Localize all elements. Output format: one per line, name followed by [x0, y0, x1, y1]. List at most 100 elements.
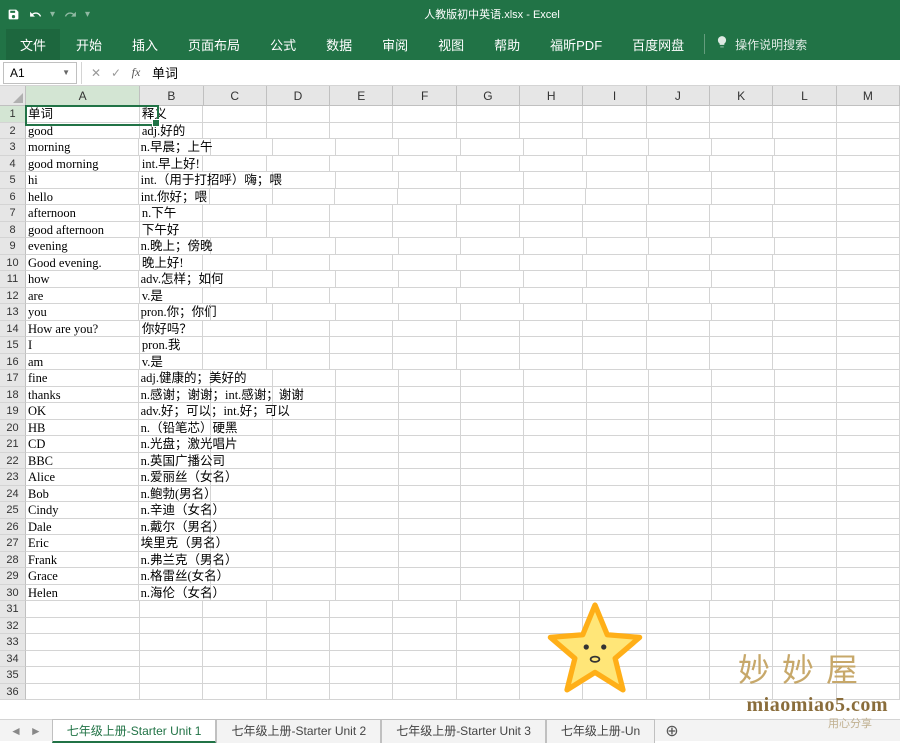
cell[interactable]	[26, 667, 140, 684]
row-header[interactable]: 36	[0, 684, 26, 701]
cell[interactable]	[330, 667, 393, 684]
cell[interactable]	[587, 238, 650, 255]
cell[interactable]	[524, 139, 587, 156]
cell[interactable]	[457, 123, 520, 140]
cell[interactable]	[273, 585, 336, 602]
cell[interactable]	[273, 271, 336, 288]
cell[interactable]	[583, 667, 646, 684]
cell[interactable]	[520, 684, 583, 701]
cell[interactable]	[140, 684, 203, 701]
cell[interactable]	[520, 106, 583, 123]
cell[interactable]	[710, 123, 773, 140]
cell[interactable]	[210, 189, 273, 206]
cell[interactable]	[203, 337, 266, 354]
cell[interactable]	[773, 288, 836, 305]
cell[interactable]	[336, 403, 399, 420]
cell[interactable]	[649, 469, 712, 486]
cell[interactable]: you	[26, 304, 139, 321]
cell[interactable]	[336, 139, 399, 156]
cell[interactable]: n.弗兰克（男名）	[139, 552, 211, 569]
cell[interactable]	[837, 634, 900, 651]
cell[interactable]: Dale	[26, 519, 139, 536]
cell[interactable]	[587, 403, 650, 420]
cell[interactable]	[267, 354, 330, 371]
cell[interactable]	[203, 601, 266, 618]
cell[interactable]	[399, 502, 462, 519]
cell[interactable]	[203, 618, 266, 635]
cell[interactable]	[273, 552, 336, 569]
cell[interactable]	[273, 304, 336, 321]
cell[interactable]	[587, 370, 650, 387]
row-header[interactable]: 1	[0, 106, 26, 123]
cell[interactable]: Helen	[26, 585, 139, 602]
cell[interactable]	[837, 106, 900, 123]
cell[interactable]	[461, 172, 524, 189]
cell[interactable]	[393, 618, 456, 635]
cell[interactable]	[649, 502, 712, 519]
row-header[interactable]: 25	[0, 502, 26, 519]
cell[interactable]: Alice	[26, 469, 139, 486]
ribbon-tab-10[interactable]: 百度网盘	[618, 29, 698, 60]
cell[interactable]	[267, 618, 330, 635]
cell[interactable]	[837, 387, 900, 404]
cell[interactable]	[457, 618, 520, 635]
cell[interactable]	[399, 486, 462, 503]
cell[interactable]	[775, 403, 838, 420]
cell[interactable]	[399, 420, 462, 437]
row-header[interactable]: 8	[0, 222, 26, 239]
cell[interactable]	[267, 123, 330, 140]
cell[interactable]	[457, 651, 520, 668]
cell[interactable]: how	[26, 271, 139, 288]
cell[interactable]	[775, 238, 838, 255]
cell[interactable]	[140, 601, 203, 618]
cell[interactable]	[457, 667, 520, 684]
cell[interactable]	[457, 684, 520, 701]
cell[interactable]	[837, 618, 900, 635]
cell[interactable]: fine	[26, 370, 139, 387]
cancel-button[interactable]: ✕	[86, 66, 106, 80]
row-header[interactable]: 31	[0, 601, 26, 618]
cell[interactable]	[524, 189, 587, 206]
cell[interactable]	[399, 139, 462, 156]
cell[interactable]: adv.怎样；如何	[139, 271, 211, 288]
ribbon-tab-5[interactable]: 数据	[312, 29, 366, 60]
cell[interactable]	[393, 222, 456, 239]
cell[interactable]	[587, 519, 650, 536]
cell[interactable]	[461, 519, 524, 536]
cell[interactable]	[461, 453, 524, 470]
cell[interactable]	[336, 486, 399, 503]
cell[interactable]	[203, 321, 266, 338]
cell[interactable]	[211, 238, 274, 255]
cell[interactable]	[461, 387, 524, 404]
cell[interactable]	[330, 601, 393, 618]
cell[interactable]	[330, 651, 393, 668]
row-header[interactable]: 3	[0, 139, 26, 156]
cell[interactable]	[712, 535, 775, 552]
cell[interactable]	[393, 354, 456, 371]
cell[interactable]	[457, 106, 520, 123]
cell[interactable]	[457, 601, 520, 618]
cell[interactable]	[524, 552, 587, 569]
cell[interactable]	[520, 321, 583, 338]
cell[interactable]	[399, 436, 462, 453]
cell[interactable]	[267, 601, 330, 618]
cell[interactable]	[837, 337, 900, 354]
cell[interactable]	[393, 123, 456, 140]
cell[interactable]	[587, 172, 650, 189]
row-header[interactable]: 16	[0, 354, 26, 371]
cell[interactable]	[837, 123, 900, 140]
cell[interactable]	[336, 519, 399, 536]
cell[interactable]	[775, 304, 838, 321]
cell[interactable]	[773, 684, 836, 701]
cell[interactable]	[649, 238, 712, 255]
cell[interactable]: hi	[26, 172, 139, 189]
cell[interactable]	[461, 403, 524, 420]
ribbon-tab-2[interactable]: 插入	[118, 29, 172, 60]
column-header-L[interactable]: L	[773, 86, 836, 106]
cell[interactable]	[583, 684, 646, 701]
cell[interactable]	[520, 123, 583, 140]
row-header[interactable]: 4	[0, 156, 26, 173]
cell[interactable]	[775, 585, 838, 602]
cell[interactable]	[457, 288, 520, 305]
cell[interactable]	[712, 172, 775, 189]
